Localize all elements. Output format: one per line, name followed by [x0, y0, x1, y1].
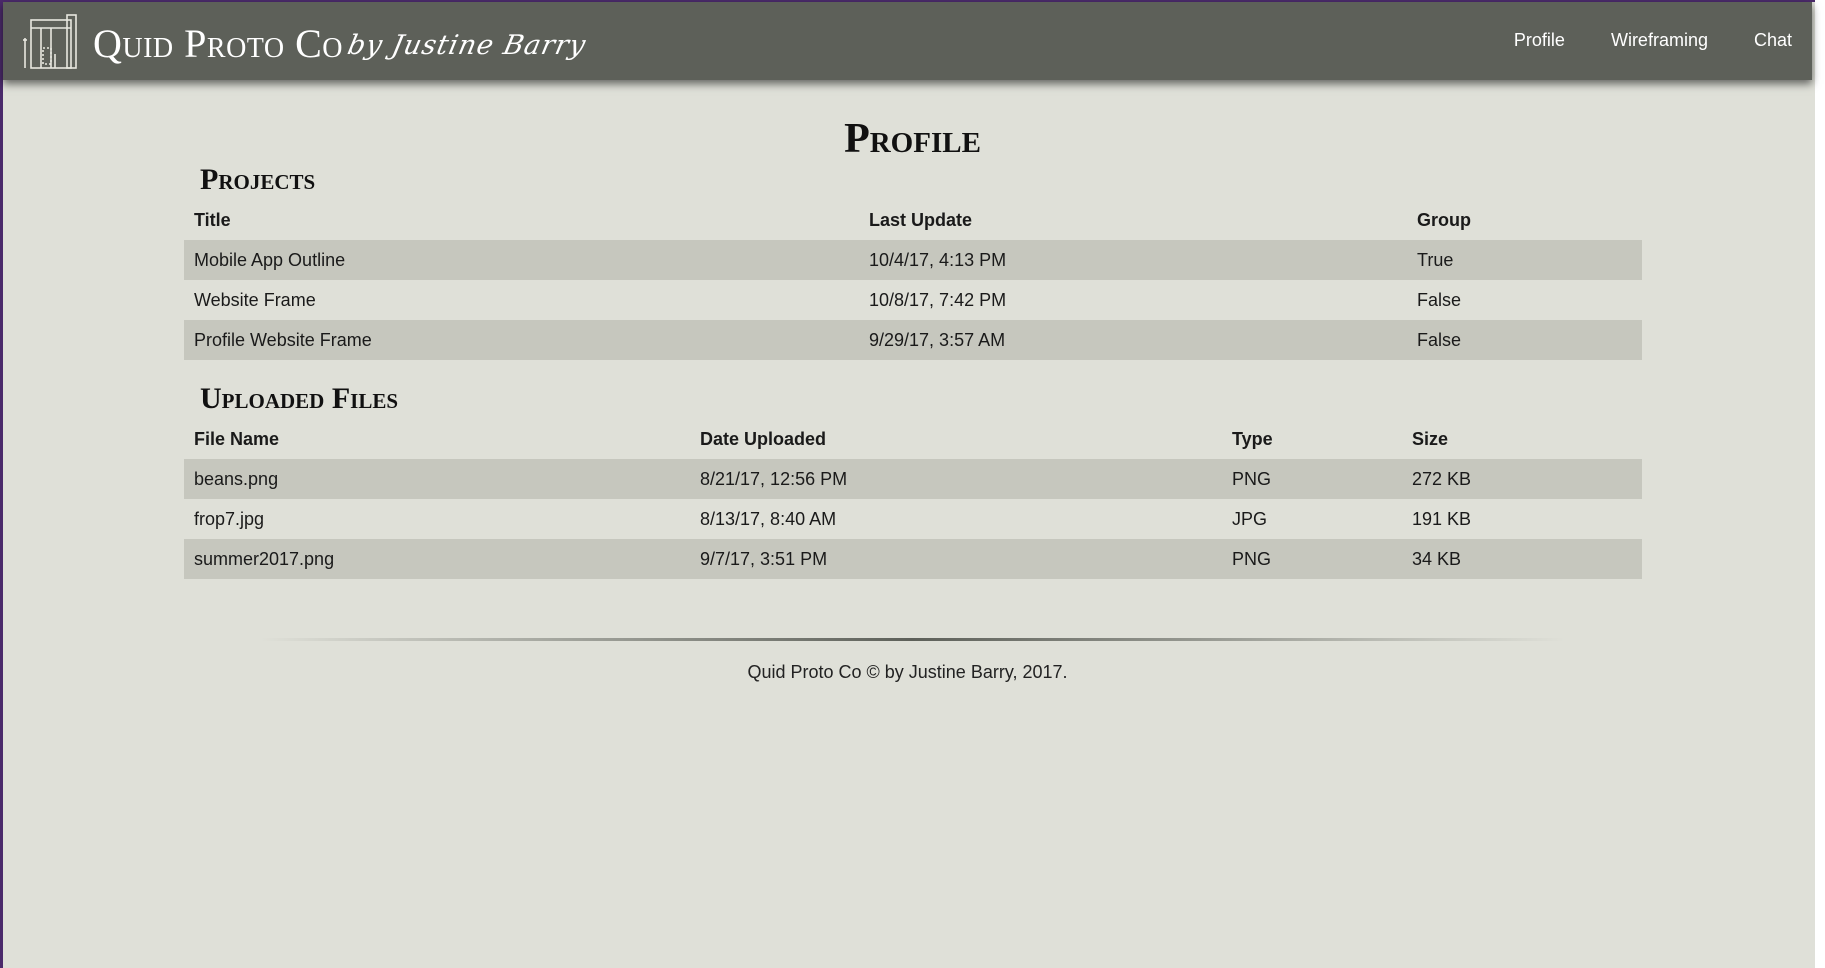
column-header-type: Type: [1232, 428, 1273, 449]
table-header-row: Title Last Update Group: [184, 200, 1642, 240]
project-title: Mobile App Outline: [184, 240, 859, 280]
file-type: PNG: [1222, 459, 1402, 499]
brand-title[interactable]: Quid Proto Co: [93, 20, 343, 67]
file-date-uploaded: 8/13/17, 8:40 AM: [700, 508, 837, 529]
file-date-uploaded: 8/21/17, 12:56 PM: [690, 459, 1222, 499]
project-last-update: 10/4/17, 4:13 PM: [859, 240, 1407, 280]
file-name: frop7.jpg: [194, 508, 265, 529]
projects-heading: Projects: [200, 163, 316, 196]
table-row[interactable]: frop7.jpg 8/13/17, 8:40 AM JPG 191 KB: [184, 499, 1642, 539]
footer-copyright: Quid Proto Co © by Justine Barry, 2017.: [747, 662, 1068, 682]
logo-icon[interactable]: [21, 14, 81, 72]
file-date-uploaded: 9/7/17, 3:51 PM: [690, 539, 1222, 579]
file-size: 272 KB: [1402, 459, 1642, 499]
project-title: Website Frame: [194, 289, 316, 310]
projects-table: Title Last Update Group Mobile App Outli…: [184, 200, 1642, 360]
project-group: False: [1417, 289, 1462, 310]
column-header-size: Size: [1412, 428, 1449, 449]
uploaded-files-table: File Name Date Uploaded Type Size beans.…: [184, 419, 1642, 579]
file-size: 191 KB: [1412, 508, 1472, 529]
file-type: JPG: [1232, 508, 1268, 529]
table-row[interactable]: Website Frame 10/8/17, 7:42 PM False: [184, 280, 1642, 320]
table-row[interactable]: Profile Website Frame 9/29/17, 3:57 AM F…: [184, 320, 1642, 360]
nav-chat-link[interactable]: Chat: [1754, 30, 1792, 51]
table-row[interactable]: beans.png 8/21/17, 12:56 PM PNG 272 KB: [184, 459, 1642, 499]
uploaded-files-heading: Uploaded Files: [200, 382, 399, 415]
table-row[interactable]: Mobile App Outline 10/4/17, 4:13 PM True: [184, 240, 1642, 280]
column-header-file-name: File Name: [194, 428, 280, 449]
column-header-title: Title: [194, 209, 231, 230]
file-size: 34 KB: [1402, 539, 1642, 579]
nav-links: Profile Wireframing Chat: [1514, 30, 1792, 51]
project-last-update: 9/29/17, 3:57 AM: [859, 320, 1407, 360]
nav-wireframing-link[interactable]: Wireframing: [1611, 30, 1708, 51]
file-name: beans.png: [184, 459, 690, 499]
page-title: Profile: [844, 116, 981, 162]
project-group: True: [1407, 240, 1642, 280]
column-header-date-uploaded: Date Uploaded: [700, 428, 827, 449]
column-header-last-update: Last Update: [869, 209, 973, 230]
file-name: summer2017.png: [184, 539, 690, 579]
navbar: Quid Proto Co by Justine Barry Profile W…: [3, 2, 1812, 80]
table-row[interactable]: summer2017.png 9/7/17, 3:51 PM PNG 34 KB: [184, 539, 1642, 579]
file-type: PNG: [1222, 539, 1402, 579]
table-header-row: File Name Date Uploaded Type Size: [184, 419, 1642, 459]
nav-profile-link[interactable]: Profile: [1514, 30, 1565, 51]
footer-divider: [260, 638, 1565, 641]
brand-byline: by Justine Barry: [344, 30, 589, 61]
project-group: False: [1407, 320, 1642, 360]
project-title: Profile Website Frame: [184, 320, 859, 360]
project-last-update: 10/8/17, 7:42 PM: [869, 289, 1007, 310]
column-header-group: Group: [1417, 209, 1471, 230]
